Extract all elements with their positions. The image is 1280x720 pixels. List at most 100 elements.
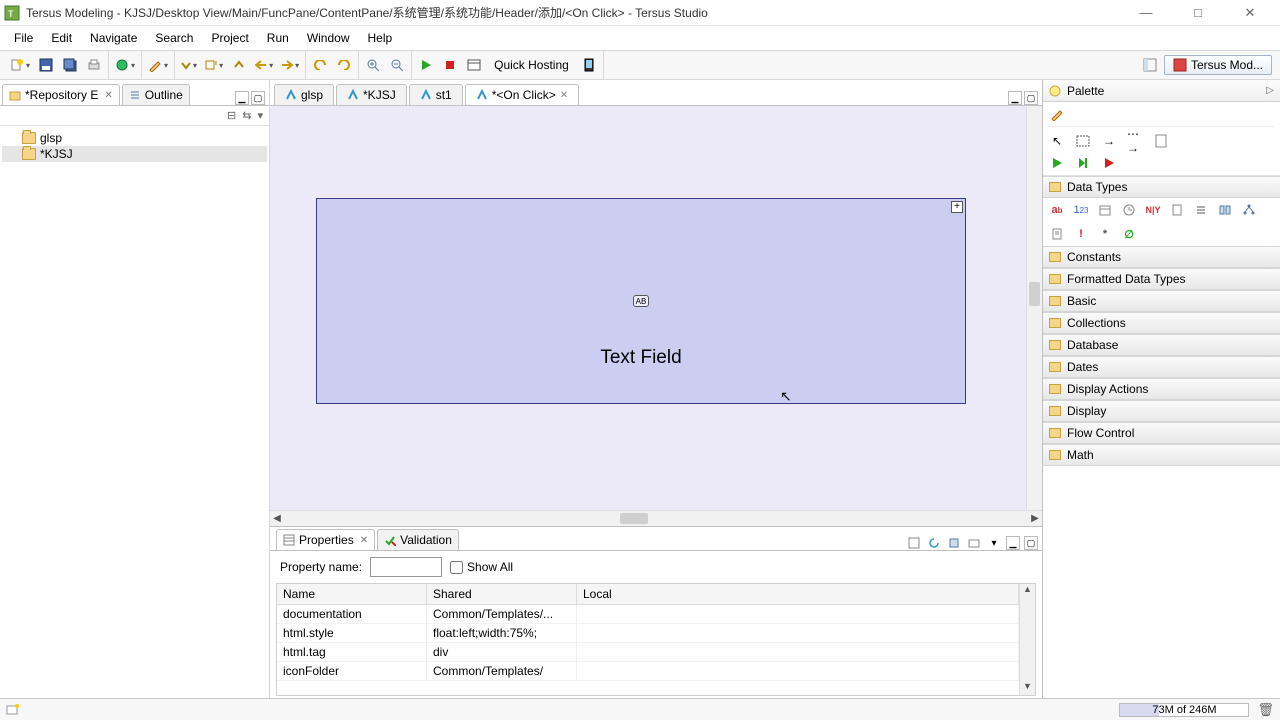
pin-button[interactable] [946,536,962,550]
palette-cat-formatted[interactable]: Formatted Data Types [1043,268,1280,290]
device-button[interactable] [579,54,599,76]
status-icon[interactable] [6,702,22,718]
palette-cat-database[interactable]: Database [1043,334,1280,356]
filter-button[interactable] [966,536,982,550]
menu-file[interactable]: File [6,29,41,47]
run-button[interactable] [416,54,436,76]
palette-cat-display[interactable]: Display [1043,400,1280,422]
properties-table[interactable]: Name Shared Local documentation Common/T… [277,584,1019,695]
type-time-icon[interactable] [1121,202,1137,218]
table-cell[interactable]: iconFolder [277,662,427,681]
properties-scrollbar[interactable]: ▲▼ [1019,584,1035,695]
editor-tab-kjsj[interactable]: *KJSJ [336,84,407,105]
diagram-canvas[interactable]: + AB Text Field ↖ [270,106,1026,510]
menu-window[interactable]: Window [299,29,358,47]
open-perspective-button[interactable] [1140,54,1160,76]
menu-navigate[interactable]: Navigate [82,29,145,47]
edit-tool-button[interactable]: ▾ [146,54,170,76]
property-name-input[interactable] [370,557,442,577]
table-cell[interactable]: documentation [277,605,427,624]
refresh-button[interactable] [926,536,942,550]
type-map-icon[interactable] [1217,202,1233,218]
show-categories-button[interactable] [906,536,922,550]
palette-header[interactable]: Palette ▷ [1043,80,1280,102]
table-cell[interactable]: Common/Templates/... [427,605,577,624]
type-error-icon[interactable]: ! [1073,226,1089,242]
close-icon[interactable]: ✕ [360,535,368,546]
view-menu-button[interactable]: ▾ [257,109,263,122]
select-tool[interactable]: ↖ [1049,133,1065,149]
table-cell[interactable] [577,643,1019,662]
col-header-shared[interactable]: Shared [427,584,577,605]
table-cell[interactable] [577,624,1019,643]
maximize-button[interactable]: □ [1180,5,1216,21]
table-cell[interactable]: html.style [277,624,427,643]
type-list-icon[interactable] [1193,202,1209,218]
link-editor-button[interactable]: ⇆ [242,109,251,122]
zoom-in-button[interactable] [363,54,383,76]
repository-tree[interactable]: glsp *KJSJ [0,126,269,698]
note-tool[interactable] [1153,133,1169,149]
type-date-icon[interactable] [1097,202,1113,218]
new-button[interactable]: ▾ [8,54,32,76]
palette-cat-basic[interactable]: Basic [1043,290,1280,312]
palette-cat-displayactions[interactable]: Display Actions [1043,378,1280,400]
memory-bar[interactable]: 73M of 246M [1119,703,1249,717]
maximize-view-button[interactable]: ▢ [251,91,265,105]
connection-tool[interactable]: → [1101,133,1117,149]
save-button[interactable] [36,54,56,76]
print-button[interactable] [84,54,104,76]
menu-help[interactable]: Help [360,29,401,47]
stop-button[interactable] [440,54,460,76]
close-icon[interactable]: ✕ [560,90,568,101]
editor-tab-onclick[interactable]: *<On Click> ✕ [465,84,579,105]
type-doc-icon[interactable] [1049,226,1065,242]
col-header-name[interactable]: Name [277,584,427,605]
marquee-tool[interactable] [1075,133,1091,149]
stop-tool[interactable] [1101,155,1117,171]
minimize-button[interactable]: — [1128,5,1164,21]
show-all-input[interactable] [450,561,463,574]
save-all-button[interactable] [60,54,80,76]
type-null-icon[interactable]: ∅ [1121,226,1137,242]
debug-button[interactable]: ▾ [113,54,137,76]
undo-nav-button[interactable] [310,54,330,76]
back-button[interactable]: ▾ [253,54,275,76]
type-boolean-icon[interactable]: N|Y [1145,202,1161,218]
close-icon[interactable]: ✕ [104,90,112,101]
canvas-component[interactable]: + AB Text Field [316,198,966,404]
editor-tab-st1[interactable]: st1 [409,84,463,105]
minimize-view-button[interactable]: ▁ [235,91,249,105]
edit-tool-icon[interactable] [1049,106,1065,122]
nav-down-button[interactable]: ▾ [179,54,199,76]
perspective-switcher[interactable]: Tersus Mod... [1164,55,1272,75]
console-button[interactable] [464,54,484,76]
palette-cat-dates[interactable]: Dates [1043,356,1280,378]
zoom-out-button[interactable] [387,54,407,76]
type-file-icon[interactable] [1169,202,1185,218]
show-all-checkbox[interactable]: Show All [450,560,513,574]
forward-button[interactable]: ▾ [279,54,301,76]
run-tool[interactable] [1049,155,1065,171]
table-cell[interactable]: div [427,643,577,662]
table-cell[interactable] [577,662,1019,681]
step-tool[interactable] [1075,155,1091,171]
editor-tab-glsp[interactable]: glsp [274,84,334,105]
tab-properties[interactable]: Properties ✕ [276,529,375,550]
table-cell[interactable]: Common/Templates/ [427,662,577,681]
palette-cat-datatypes[interactable]: Data Types [1043,176,1280,198]
minimize-editor-button[interactable]: ▁ [1008,91,1022,105]
view-menu-button[interactable]: ▾ [986,536,1002,550]
type-tree-icon[interactable] [1241,202,1257,218]
dotted-connection-tool[interactable]: ⋯→ [1127,133,1143,149]
table-cell[interactable]: float:left;width:75%; [427,624,577,643]
palette-cat-flowcontrol[interactable]: Flow Control [1043,422,1280,444]
tab-repository[interactable]: *Repository E ✕ [2,84,120,105]
collapse-all-button[interactable]: ⊟ [227,109,236,122]
vertical-scrollbar[interactable] [1026,106,1042,510]
maximize-editor-button[interactable]: ▢ [1024,91,1038,105]
horizontal-scrollbar[interactable]: ◀ ▶ [270,510,1042,526]
col-header-local[interactable]: Local [577,584,1019,605]
minimize-view-button[interactable]: ▁ [1006,536,1020,550]
tab-outline[interactable]: Outline [122,84,190,105]
